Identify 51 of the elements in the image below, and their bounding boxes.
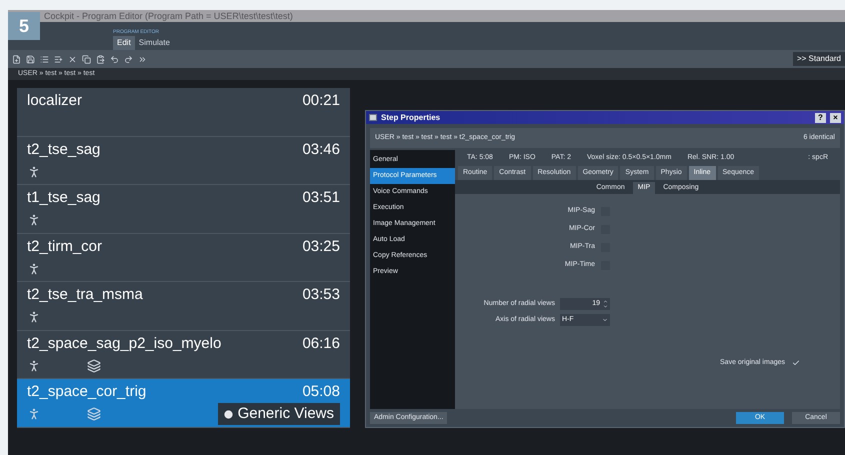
stack-icon: [87, 407, 101, 421]
step-name: t2_tse_tra_msma: [27, 286, 143, 304]
person-icon: [27, 310, 41, 324]
bullet-icon: [224, 410, 233, 418]
step-duration: 03:46: [302, 140, 340, 158]
redo-icon[interactable]: [124, 54, 133, 64]
step-duration: 03:25: [302, 238, 340, 256]
step-duration: 03:53: [302, 286, 340, 304]
list-icon[interactable]: [40, 54, 49, 64]
step-duration: 05:08: [302, 383, 340, 401]
step-name: t2_space_cor_trig: [27, 383, 146, 401]
dropdown-caret-icon: [602, 317, 608, 323]
ribbon-tab[interactable]: Edit: [113, 36, 135, 50]
checkbox[interactable]: [791, 358, 800, 368]
paste-icon[interactable]: [96, 54, 105, 64]
step-row[interactable]: t1_tse_sag 03:51: [17, 185, 350, 234]
step-row[interactable]: t2_tse_tra_msma 03:53: [17, 282, 350, 330]
step-row[interactable]: t2_space_cor_trig 05:08 Generic Views: [17, 379, 350, 428]
step-name: t2_tse_sag: [27, 140, 100, 158]
step-duration: 00:21: [302, 92, 340, 110]
close-icon[interactable]: [68, 54, 77, 64]
list-add-icon[interactable]: [54, 54, 63, 64]
undo-icon[interactable]: [110, 54, 119, 64]
figure-number: 5: [8, 12, 40, 40]
close-button[interactable]: ×: [830, 112, 841, 122]
layout-button[interactable]: >> Standard: [792, 52, 845, 66]
person-icon: [27, 164, 41, 178]
save-icon[interactable]: [26, 54, 35, 64]
person-icon: [27, 262, 41, 276]
step-row[interactable]: t2_tse_sag 03:46: [17, 136, 350, 185]
double-chevron-icon[interactable]: [138, 54, 147, 64]
copy-icon[interactable]: [82, 54, 91, 64]
stack-icon: [87, 358, 101, 372]
step-name: t2_space_sag_p2_iso_myelo: [27, 334, 222, 352]
generic-views-button[interactable]: Generic Views: [218, 403, 340, 425]
step-name: localizer: [27, 92, 82, 110]
step-name: t1_tse_sag: [27, 189, 100, 207]
window-icon: [369, 114, 377, 121]
person-icon: [27, 407, 41, 421]
help-button[interactable]: ?: [815, 112, 826, 122]
person-icon: [27, 213, 41, 227]
step-row[interactable]: localizer 00:21: [17, 88, 350, 136]
step-row[interactable]: t2_tirm_cor 03:25: [17, 234, 350, 282]
person-icon: [27, 358, 41, 372]
step-duration: 03:51: [302, 189, 340, 207]
step-duration: 06:16: [302, 334, 340, 352]
new-file-icon[interactable]: [12, 54, 21, 64]
spinner-arrows-icon[interactable]: [603, 299, 608, 309]
step-name: t2_tirm_cor: [27, 238, 102, 256]
ribbon-tab[interactable]: Simulate: [134, 36, 174, 50]
dialog-title: Step Properties: [381, 112, 440, 124]
